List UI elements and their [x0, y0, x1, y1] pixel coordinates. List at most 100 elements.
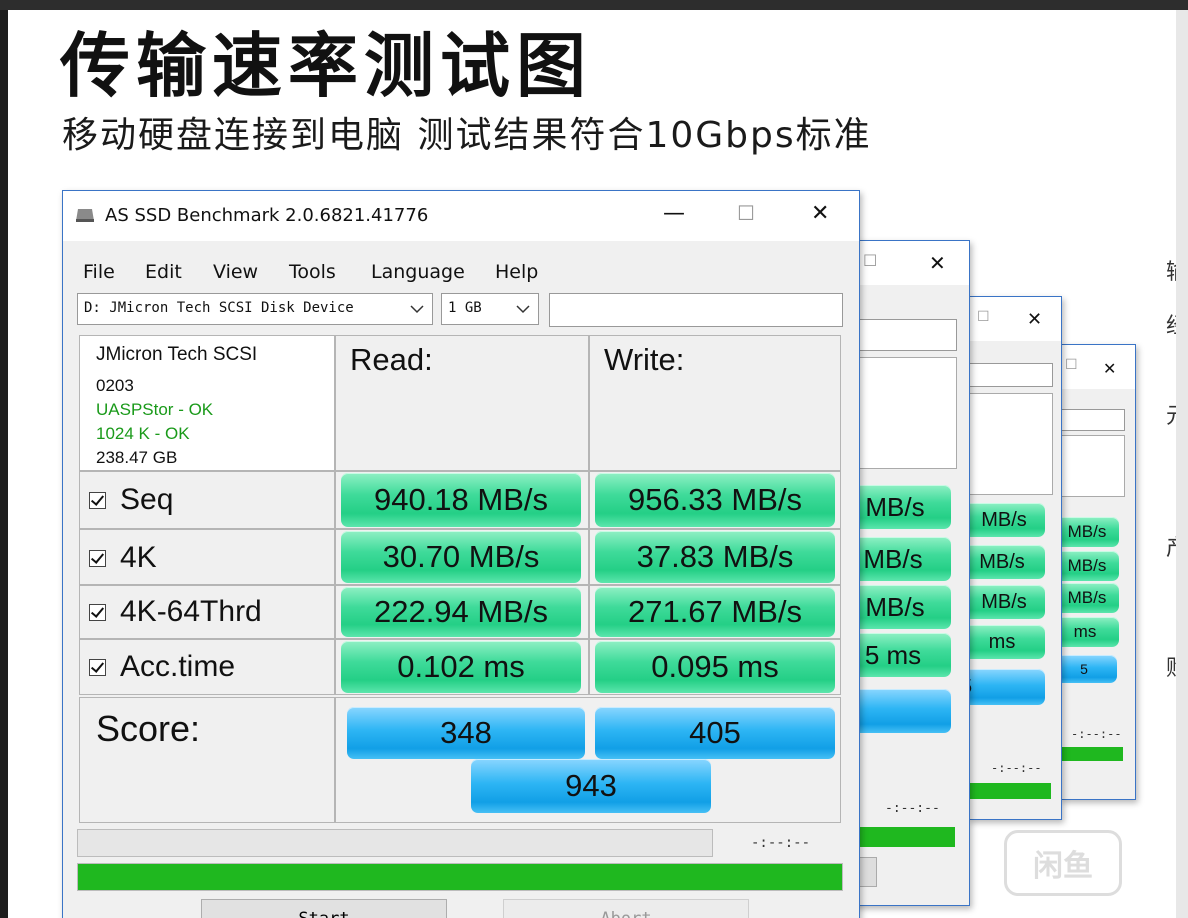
4k-label-text: 4K [120, 541, 157, 574]
close-icon[interactable]: ✕ [811, 201, 829, 226]
4k-write-value: 37.83 MB/s [595, 531, 835, 583]
seq-write-value: MB/s [969, 503, 1045, 537]
path-field[interactable] [1061, 409, 1125, 431]
size-select[interactable]: 1 GB [441, 293, 539, 325]
top-border [0, 0, 1188, 10]
4k-write-value: MB/s [1061, 551, 1119, 581]
4k64-write-value: MB/s [845, 585, 951, 629]
progress-bar [845, 827, 955, 847]
edge-char: 购 [1166, 650, 1176, 682]
progress-bar [1061, 747, 1123, 761]
seq-label[interactable]: Seq [89, 479, 173, 521]
acc-read-value: 0.102 ms [341, 641, 581, 693]
checkbox-icon[interactable] [89, 603, 106, 621]
menu-file[interactable]: File [83, 261, 115, 283]
acc-write-value: 5 ms [845, 633, 951, 677]
right-edge-strip [1176, 10, 1188, 918]
chevron-down-icon [516, 305, 530, 314]
total-progress-fill [78, 864, 842, 890]
driver-status: UASPStor - OK [96, 400, 214, 419]
menu-language[interactable]: Language [371, 261, 465, 283]
checkbox-icon[interactable] [89, 549, 106, 567]
4k-write-value: MB/s [845, 537, 951, 581]
score-total-value: 943 [471, 759, 711, 813]
write-header-cell: Write: [589, 335, 841, 471]
maximize-icon[interactable]: ☐ [863, 251, 877, 270]
4k64-read-value: 222.94 MB/s [341, 587, 581, 637]
edge-char: 经 [1166, 308, 1176, 340]
edge-char: 产 [1166, 530, 1176, 562]
4k64-write-value: MB/s [1061, 583, 1119, 613]
acc-write-value: ms [1061, 617, 1119, 647]
minimize-icon[interactable]: — [663, 201, 685, 226]
acc-label[interactable]: Acc.time [89, 646, 235, 688]
seq-write-value: MB/s [845, 485, 951, 529]
info-panel [1061, 435, 1125, 497]
path-field[interactable] [845, 319, 957, 351]
benchmark-window-back-3: ☐ ✕ MB/s MB/s MB/s ms 5 -:--:-- [1060, 344, 1136, 800]
total-progress-track [77, 863, 843, 891]
menu-edit[interactable]: Edit [145, 261, 182, 283]
drive-info-panel: JMicron Tech SCSI 0203 UASPStor - OK 102… [79, 335, 335, 471]
close-icon[interactable]: ✕ [929, 251, 946, 275]
menu-tools[interactable]: Tools [289, 261, 336, 283]
path-field[interactable] [969, 363, 1053, 387]
score-write-value: 5 [845, 689, 951, 733]
start-button[interactable]: Start [201, 899, 447, 918]
seq-label-text: Seq [120, 483, 174, 516]
score-read-value: 348 [347, 707, 585, 759]
drive-name: JMicron Tech SCSI [96, 344, 258, 365]
4k-read-value: 30.70 MB/s [341, 531, 581, 583]
time-display: -:--:-- [991, 761, 1042, 775]
drive-select-value: D: JMicron Tech SCSI Disk Device [84, 300, 354, 316]
4k64-label[interactable]: 4K-64Thrd [89, 591, 262, 633]
edge-char: 元 [1166, 398, 1176, 430]
drive-select[interactable]: D: JMicron Tech SCSI Disk Device [77, 293, 433, 325]
window-title: AS SSD Benchmark 2.0.6821.41776 [105, 205, 429, 226]
product-image: 传输速率测试图 移动硬盘连接到电脑 测试结果符合10Gbps标准 ☐ ✕ MB/… [8, 10, 1176, 918]
drive-capacity: 238.47 GB [96, 448, 178, 467]
abort-button[interactable]: Abort [503, 899, 749, 918]
seq-read-value: 940.18 MB/s [341, 473, 581, 527]
seq-write-value: MB/s [1061, 517, 1119, 547]
maximize-icon[interactable]: ☐ [1065, 357, 1078, 373]
time-display: -:--:-- [751, 835, 811, 851]
info-panel [969, 393, 1053, 495]
alignment-status: 1024 K - OK [96, 424, 190, 443]
benchmark-window-back-1: ☐ ✕ MB/s MB/s MB/s 5 ms 5 -:--:-- [844, 240, 970, 906]
maximize-icon[interactable]: ☐ [737, 201, 755, 225]
path-field[interactable] [549, 293, 843, 327]
drive-firmware: 0203 [96, 376, 134, 395]
score-label: Score: [96, 708, 201, 749]
chevron-down-icon [410, 305, 424, 314]
score-write-value: 5 [969, 669, 1045, 705]
subheadline: 移动硬盘连接到电脑 测试结果符合10Gbps标准 [62, 115, 872, 156]
test-progress-bar [77, 829, 713, 857]
4k-label[interactable]: 4K [89, 537, 157, 579]
left-edge-strip [0, 10, 8, 918]
benchmark-window-back-2: ☐ ✕ MB/s MB/s MB/s ms 5 -:--:-- [968, 296, 1062, 820]
acc-write-value: ms [969, 625, 1045, 659]
write-column-header: Write: [604, 342, 685, 377]
close-icon[interactable]: ✕ [1103, 359, 1116, 378]
read-column-header: Read: [350, 342, 433, 377]
read-header-cell: Read: [335, 335, 589, 471]
4k64-write-value: MB/s [969, 585, 1045, 619]
benchmark-window: AS SSD Benchmark 2.0.6821.41776 — ☐ ✕ Fi… [62, 190, 860, 918]
checkbox-icon[interactable] [89, 658, 106, 676]
disk-app-icon [76, 209, 94, 222]
4k-write-value: MB/s [969, 545, 1045, 579]
watermark-logo: 闲鱼 [1004, 830, 1122, 896]
progress-bar [969, 783, 1051, 799]
close-icon[interactable]: ✕ [1027, 309, 1042, 330]
size-select-value: 1 GB [448, 300, 482, 316]
time-display: -:--:-- [1071, 727, 1122, 741]
maximize-icon[interactable]: ☐ [977, 309, 990, 325]
seq-write-value: 956.33 MB/s [595, 473, 835, 527]
menu-view[interactable]: View [213, 261, 258, 283]
headline: 传输速率测试图 [60, 25, 592, 107]
menu-help[interactable]: Help [495, 261, 538, 283]
score-write-value: 405 [595, 707, 835, 759]
checkbox-icon[interactable] [89, 491, 106, 509]
score-label-cell: Score: [79, 697, 335, 823]
